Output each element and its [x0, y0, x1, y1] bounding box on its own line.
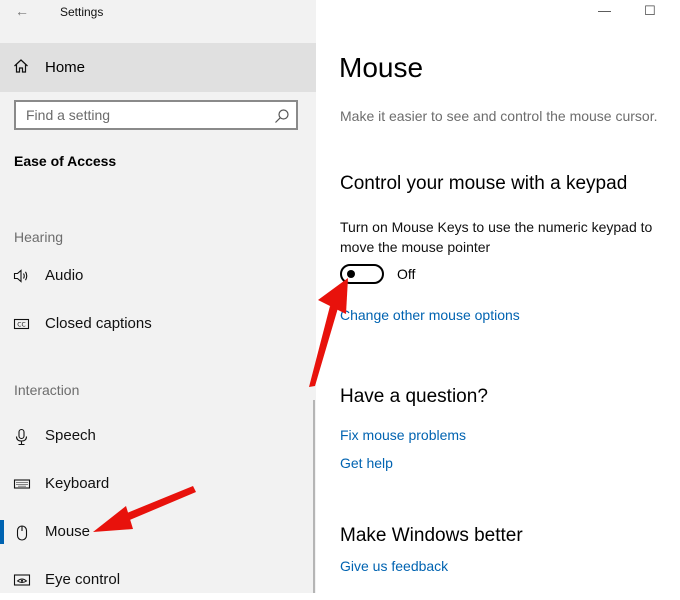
svg-text:CC: CC [17, 322, 25, 329]
sidebar-item-label: Home [45, 59, 86, 76]
toggle-knob [347, 270, 355, 278]
sidebar-scrollbar[interactable] [313, 400, 315, 593]
group-label-hearing: Hearing [14, 229, 64, 245]
maximize-button[interactable]: ☐ [644, 3, 656, 19]
back-arrow-icon[interactable]: ← [13, 2, 31, 20]
mouse-icon [13, 524, 31, 547]
app-title: Settings [60, 5, 104, 19]
section-heading-question: Have a question? [340, 386, 488, 407]
toggle-state-label: Off [397, 266, 416, 282]
sidebar-item-label: Keyboard [45, 475, 110, 492]
sidebar-item-label: Closed captions [45, 315, 152, 332]
keyboard-icon [13, 476, 31, 497]
sidebar-item-keyboard[interactable]: Keyboard [0, 464, 316, 504]
sidebar: ← Settings Home Ease of Access Hearing A… [0, 0, 316, 593]
sidebar-item-label: Eye control [45, 571, 121, 588]
page-description: Make it easier to see and control the mo… [340, 108, 658, 124]
sidebar-item-speech[interactable]: Speech [0, 416, 316, 456]
sidebar-item-audio[interactable]: Audio [0, 256, 316, 296]
group-label-interaction: Interaction [14, 382, 80, 398]
category-heading: Ease of Access [14, 153, 117, 169]
minimize-button[interactable]: — [598, 3, 611, 18]
home-icon [13, 58, 29, 79]
sidebar-item-eye-control[interactable]: Eye control [0, 560, 316, 600]
search-box[interactable] [14, 100, 298, 130]
mouse-keys-description: Turn on Mouse Keys to use the numeric ke… [340, 219, 653, 255]
get-help-link[interactable]: Get help [340, 455, 393, 471]
give-feedback-link[interactable]: Give us feedback [340, 558, 448, 574]
sidebar-item-label: Audio [45, 267, 84, 284]
search-icon[interactable] [274, 108, 290, 129]
search-input[interactable] [16, 102, 266, 128]
sidebar-item-home[interactable]: Home [0, 43, 316, 92]
mouse-keys-toggle[interactable] [340, 264, 384, 284]
eye-control-icon [13, 572, 31, 593]
sidebar-item-label: Mouse [45, 523, 91, 540]
title-bar: ← Settings [0, 0, 316, 26]
cc-icon: CC [13, 316, 31, 337]
change-other-mouse-options-link[interactable]: Change other mouse options [340, 307, 520, 323]
speaker-icon [13, 268, 31, 289]
sidebar-item-mouse[interactable]: Mouse [0, 512, 316, 552]
sidebar-item-label: Speech [45, 427, 96, 444]
page-title: Mouse [339, 52, 424, 83]
microphone-icon [13, 428, 31, 451]
sidebar-item-closed-captions[interactable]: CC Closed captions [0, 304, 316, 344]
fix-mouse-problems-link[interactable]: Fix mouse problems [340, 427, 466, 443]
section-heading-keypad: Control your mouse with a keypad [340, 173, 628, 194]
section-heading-feedback: Make Windows better [340, 525, 523, 546]
